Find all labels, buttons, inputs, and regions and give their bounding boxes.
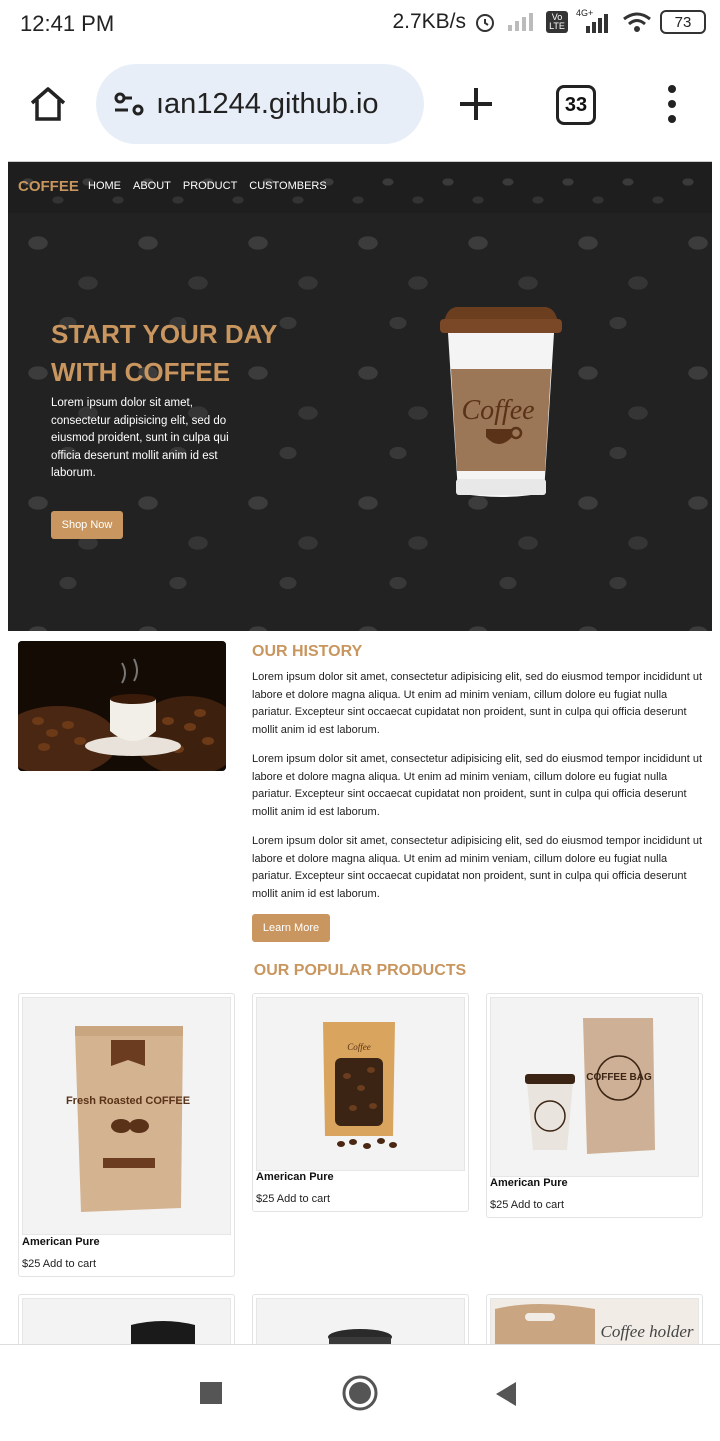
holder-label: Coffee holder xyxy=(600,1322,693,1341)
network-speed: 2.7KB/s xyxy=(392,10,466,33)
product-image xyxy=(22,1298,231,1344)
history-paragraph-3: Lorem ipsum dolor sit amet, consectetur … xyxy=(252,835,703,900)
nav-about[interactable]: ABOUT xyxy=(133,180,171,192)
site-navbar: COFFEE HOME ABOUT PRODUCT CUSTOMBERS xyxy=(8,161,712,214)
volte-badge: Vo LTE xyxy=(546,11,568,33)
hero-text: Lorem ipsum dolor sit amet, consectetur … xyxy=(51,397,229,479)
url-text[interactable]: ıan1244.github.io xyxy=(156,88,411,121)
more-menu-icon[interactable] xyxy=(664,84,680,124)
product-card[interactable]: Coffee American Pure $25 Add to cart xyxy=(252,993,469,1212)
product-image: Coffee holder xyxy=(490,1298,699,1344)
product-card[interactable]: Coffee holder xyxy=(486,1294,703,1344)
alarm-icon xyxy=(476,14,494,32)
hero-title: START YOUR DAY WITH COFFEE xyxy=(51,315,291,391)
product-card[interactable]: Fresh Roasted COFFEE American Pure $25 A… xyxy=(18,993,235,1277)
product-price[interactable]: $25 Add to cart xyxy=(22,1258,96,1270)
status-time: 12:41 PM xyxy=(20,11,115,36)
new-tab-icon[interactable] xyxy=(458,86,494,122)
product-image: Coffee xyxy=(256,997,465,1171)
shop-now-button[interactable]: Shop Now xyxy=(51,511,123,539)
address-bar[interactable]: ıan1244.github.io xyxy=(96,64,424,144)
product-image: Fresh Roasted COFFEE xyxy=(22,997,231,1235)
web-page: COFFEE HOME ABOUT PRODUCT CUSTOMBERS STA… xyxy=(8,161,712,1344)
history-paragraph-2: Lorem ipsum dolor sit amet, consectetur … xyxy=(252,753,703,818)
nav-links: HOME ABOUT PRODUCT CUSTOMBERS xyxy=(88,180,327,192)
status-icons: 2.7KB/s Vo LTE 4G+ 73 xyxy=(392,8,706,34)
package-text: COFFEE BAG xyxy=(586,1072,652,1083)
back-icon[interactable] xyxy=(494,1380,518,1408)
cup-label: Coffee xyxy=(461,395,534,426)
hero-title-line1: START YOUR DAY xyxy=(51,319,278,349)
wifi-icon xyxy=(623,12,651,32)
learn-more-button[interactable]: Learn More xyxy=(252,914,330,942)
site-brand[interactable]: COFFEE xyxy=(18,178,79,195)
package-text: Coffee xyxy=(347,1042,371,1052)
signal-weak-icon xyxy=(508,13,533,31)
home-circle-icon[interactable] xyxy=(341,1374,379,1412)
system-nav-bar xyxy=(0,1344,720,1441)
product-image xyxy=(256,1298,465,1344)
product-price[interactable]: $25 Add to cart xyxy=(256,1193,330,1205)
product-card[interactable] xyxy=(252,1294,469,1344)
recents-icon[interactable] xyxy=(199,1381,223,1405)
history-coffee-image xyxy=(18,641,226,771)
nav-product[interactable]: PRODUCT xyxy=(183,180,237,192)
hero-title-line2: WITH COFFEE xyxy=(51,357,231,387)
coffee-cup-image: Coffee xyxy=(440,307,562,497)
product-card[interactable] xyxy=(18,1294,235,1344)
tab-switcher-button[interactable]: 33 xyxy=(556,85,596,125)
status-bar: 12:41 PM 2.7KB/s Vo LTE 4G+ 73 xyxy=(0,0,720,50)
browser-toolbar: ıan1244.github.io 33 xyxy=(0,50,720,160)
product-card[interactable]: COFFEE BAG American Pure $25 Add to cart xyxy=(486,993,703,1218)
products-title: OUR POPULAR PRODUCTS xyxy=(253,962,467,979)
product-name: American Pure xyxy=(256,1171,334,1183)
product-price[interactable]: $25 Add to cart xyxy=(490,1199,564,1211)
product-name: American Pure xyxy=(22,1236,100,1248)
hero-section: START YOUR DAY WITH COFFEE Lorem ipsum d… xyxy=(8,213,712,631)
history-paragraph-1: Lorem ipsum dolor sit amet, consectetur … xyxy=(252,671,703,736)
battery-icon: 73 xyxy=(660,10,706,34)
site-settings-icon[interactable] xyxy=(114,91,144,117)
home-icon[interactable] xyxy=(28,84,68,124)
product-name: American Pure xyxy=(490,1177,568,1189)
signal-strong-icon: 4G+ xyxy=(576,8,614,34)
product-image: COFFEE BAG xyxy=(490,997,699,1177)
nav-home[interactable]: HOME xyxy=(88,180,121,192)
history-title: OUR HISTORY xyxy=(252,643,363,660)
nav-customers[interactable]: CUSTOMBERS xyxy=(249,180,326,192)
package-text: Fresh Roasted COFFEE xyxy=(66,1095,190,1107)
